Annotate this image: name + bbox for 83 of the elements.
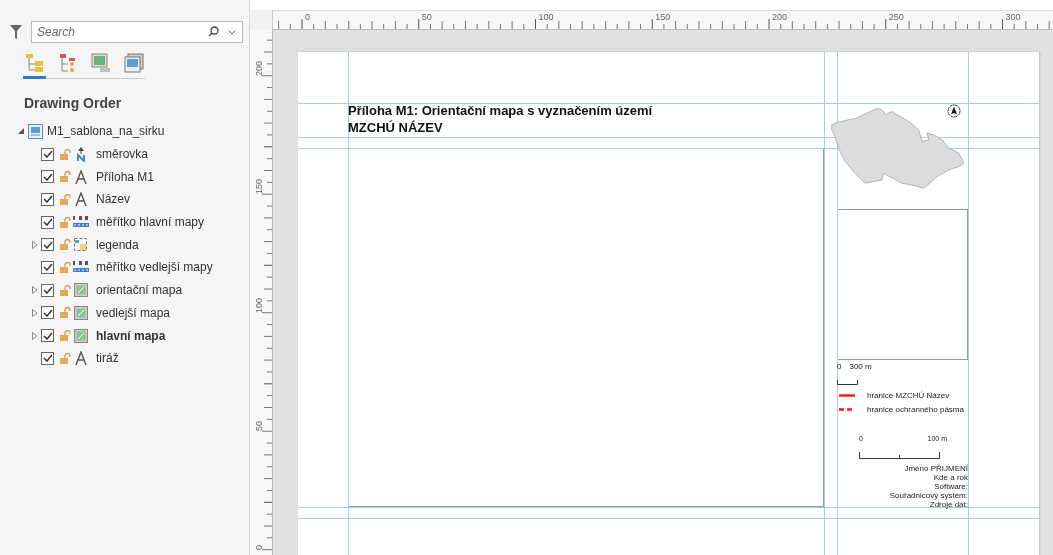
layout-file-icon bbox=[28, 123, 43, 139]
visibility-checkbox[interactable] bbox=[41, 147, 54, 161]
scale-bar-icon bbox=[72, 215, 89, 229]
layer-list-icon bbox=[24, 53, 45, 73]
text-element-icon bbox=[74, 192, 87, 207]
tree-item[interactable]: legenda bbox=[96, 237, 139, 252]
tree-item[interactable]: měřítko vedlejší mapy bbox=[96, 260, 213, 275]
ruler-label: 200 bbox=[772, 12, 788, 22]
unlocked-padlock-icon[interactable] bbox=[60, 352, 71, 364]
unlocked-padlock-icon[interactable] bbox=[60, 239, 71, 251]
ruler-label: 50 bbox=[421, 12, 432, 22]
legend-icon bbox=[73, 237, 88, 253]
expand-triangle-icon[interactable] bbox=[32, 331, 38, 340]
map-frame-icon bbox=[73, 328, 88, 343]
search-icon[interactable] bbox=[208, 26, 219, 37]
unlocked-padlock-icon[interactable] bbox=[60, 261, 71, 273]
legend-label: hranice ochranného pásma bbox=[867, 405, 964, 414]
expand-triangle-icon[interactable] bbox=[32, 240, 38, 249]
unlocked-padlock-icon[interactable] bbox=[60, 330, 71, 342]
text-element-icon bbox=[74, 169, 87, 184]
ruler-label: 100 bbox=[254, 297, 264, 313]
visibility-checkbox[interactable] bbox=[41, 283, 54, 297]
unlocked-padlock-icon[interactable] bbox=[60, 193, 71, 205]
expand-triangle-icon[interactable] bbox=[32, 308, 38, 317]
map-title: Příloha M1: Orientační mapa s vyznačením území bbox=[348, 102, 653, 119]
imprint-text: Software: bbox=[933, 482, 968, 491]
expand-triangle-icon[interactable] bbox=[32, 286, 38, 295]
expanded-triangle-icon[interactable] bbox=[18, 128, 24, 135]
layout-pages-icon bbox=[123, 53, 144, 73]
unlocked-padlock-icon[interactable] bbox=[60, 284, 71, 296]
ruler-label: 0 bbox=[305, 12, 310, 22]
tree-item[interactable]: Příloha M1 bbox=[96, 169, 155, 184]
visibility-checkbox[interactable] bbox=[41, 192, 54, 206]
ruler-label: 300 bbox=[1005, 12, 1021, 22]
scale-label: 300 m bbox=[849, 362, 872, 371]
ruler-label: 250 bbox=[888, 12, 904, 22]
map-title: MZCHÚ NÁZEV bbox=[348, 119, 444, 136]
visibility-checkbox[interactable] bbox=[41, 260, 54, 274]
map-frame-icon bbox=[73, 283, 88, 298]
filter-icon[interactable] bbox=[10, 25, 22, 39]
map-frame-icon bbox=[73, 305, 88, 320]
tree-item[interactable]: směrovka bbox=[96, 147, 148, 162]
visibility-checkbox[interactable] bbox=[41, 351, 54, 365]
visibility-checkbox[interactable] bbox=[41, 329, 54, 343]
scale-bar-icon bbox=[72, 260, 89, 274]
ruler-label: 0 bbox=[254, 544, 264, 550]
visibility-checkbox[interactable] bbox=[41, 306, 54, 320]
imprint-text: Jméno PŘIJMENÍ bbox=[903, 464, 968, 473]
unlocked-padlock-icon[interactable] bbox=[60, 148, 71, 160]
dashed-line-symbol bbox=[839, 408, 855, 411]
scale-label: 0 bbox=[837, 362, 842, 371]
legend-label: hranice MZCHÚ Název bbox=[867, 391, 950, 400]
tree-item[interactable]: měřítko hlavní mapy bbox=[96, 215, 205, 230]
imprint-text: Kde a rok bbox=[932, 473, 968, 482]
unlocked-padlock-icon[interactable] bbox=[60, 307, 71, 319]
ruler-label: 150 bbox=[254, 179, 264, 195]
imprint-text: Zdroje dat: bbox=[928, 500, 968, 509]
visibility-checkbox[interactable] bbox=[41, 215, 54, 229]
tree-item[interactable]: hlavní mapa bbox=[96, 328, 166, 343]
ruler-label: 150 bbox=[655, 12, 671, 22]
ruler-label: 50 bbox=[254, 421, 264, 432]
scale-bar-drawing bbox=[837, 380, 859, 385]
search-field[interactable]: Search bbox=[31, 21, 243, 43]
text-element-icon bbox=[74, 351, 87, 366]
ruler-label: 200 bbox=[254, 60, 264, 76]
source-list-icon bbox=[57, 53, 78, 73]
ruler-label: 100 bbox=[538, 12, 554, 22]
tree-item[interactable]: Název bbox=[96, 192, 130, 207]
dropdown-caret-icon[interactable] bbox=[228, 30, 236, 35]
map-monitor-icon bbox=[90, 53, 111, 73]
drawing-order-tab[interactable] bbox=[23, 51, 46, 79]
tree-item[interactable]: tiráž bbox=[96, 351, 119, 366]
unlocked-padlock-icon[interactable] bbox=[60, 216, 71, 228]
imprint-text: Souřadnicový systém: bbox=[889, 491, 968, 500]
section-title: Drawing Order bbox=[24, 95, 123, 111]
tree-item[interactable]: orientační mapa bbox=[96, 283, 183, 298]
unlocked-padlock-icon[interactable] bbox=[60, 171, 71, 183]
line-symbol bbox=[839, 394, 855, 397]
tree-item[interactable]: M1_sablona_na_sirku bbox=[47, 124, 165, 139]
north-arrow-icon bbox=[75, 146, 86, 162]
visibility-checkbox[interactable] bbox=[41, 238, 54, 252]
tree-item[interactable]: vedlejší mapa bbox=[96, 305, 171, 320]
visibility-checkbox[interactable] bbox=[41, 170, 54, 184]
